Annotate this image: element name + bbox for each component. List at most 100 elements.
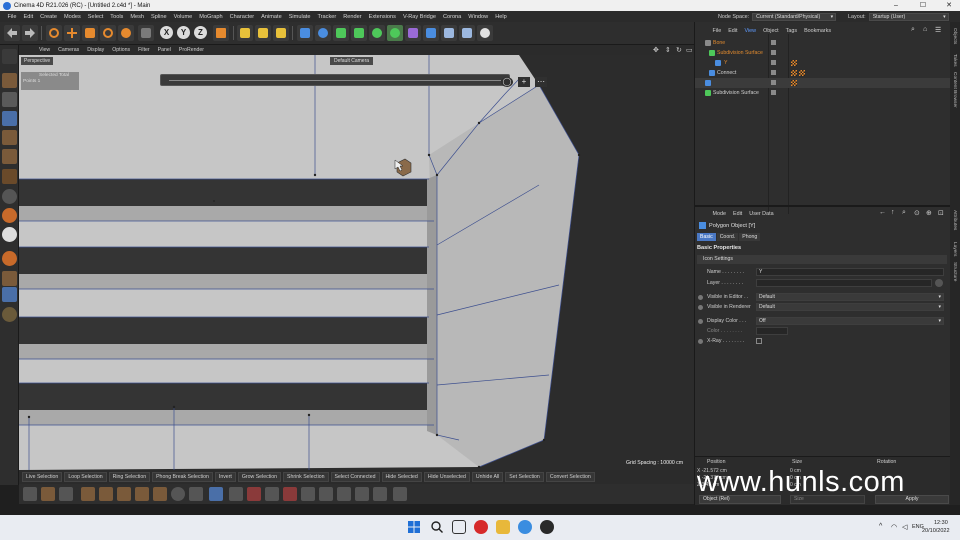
- polygon-pen-icon[interactable]: [59, 487, 73, 501]
- render-picture-viewer-icon[interactable]: [255, 25, 271, 41]
- am-settings-icon[interactable]: ⊡: [938, 209, 944, 217]
- render-settings-icon[interactable]: [273, 25, 289, 41]
- cube-icon[interactable]: [297, 25, 313, 41]
- polygons-mode-icon[interactable]: [2, 149, 17, 164]
- menu-corona[interactable]: Corona: [439, 14, 464, 20]
- cloner-icon[interactable]: [351, 25, 367, 41]
- set-selection-button[interactable]: Set Selection: [505, 472, 544, 482]
- file-explorer-icon[interactable]: [496, 520, 510, 534]
- material-tag-icon[interactable]: [791, 80, 797, 86]
- recent-tools-icon[interactable]: [118, 25, 134, 41]
- menu-help[interactable]: Help: [492, 14, 511, 20]
- phong-tag-icon[interactable]: [791, 70, 797, 76]
- om-menu-edit[interactable]: Edit: [725, 28, 741, 34]
- menu-tracker[interactable]: Tracker: [314, 14, 340, 20]
- menu-modes[interactable]: Modes: [60, 14, 84, 20]
- slide-icon[interactable]: [189, 487, 203, 501]
- display-color-select[interactable]: Off: [756, 317, 944, 325]
- clock-date[interactable]: 20/10/2022: [922, 528, 950, 534]
- texture-mode-icon[interactable]: [2, 92, 17, 107]
- om-visibility-dots[interactable]: [771, 90, 776, 95]
- am-search-icon[interactable]: ⌕: [902, 209, 906, 217]
- coordinate-system-icon[interactable]: [138, 25, 154, 41]
- om-object-row[interactable]: Bone: [695, 38, 951, 48]
- windows-start-icon[interactable]: [407, 520, 421, 534]
- om-visibility-dots[interactable]: [771, 80, 776, 85]
- om-filter-icon[interactable]: ☰: [935, 26, 941, 34]
- material-tag-icon[interactable]: [791, 60, 797, 66]
- menu-mograph[interactable]: MoGraph: [196, 14, 226, 20]
- phong-break-selection-button[interactable]: Phong Break Selection: [152, 472, 213, 482]
- layout-select[interactable]: Startup (User): [868, 12, 949, 21]
- viewport-toggle-icon[interactable]: ▭: [686, 46, 693, 54]
- quantize-icon[interactable]: [2, 307, 17, 322]
- hide-unselected-button[interactable]: Hide Unselected: [423, 472, 470, 482]
- node-space-select[interactable]: Current (Standard/Physical): [752, 12, 837, 21]
- environment-icon[interactable]: [459, 25, 475, 41]
- menu-vray-bridge[interactable]: V-Ray Bridge: [399, 14, 439, 20]
- am-up-arrow-icon[interactable]: ↑: [891, 209, 895, 216]
- am-menu-edit[interactable]: Edit: [730, 211, 746, 217]
- am-tab-coord[interactable]: Coord.: [716, 233, 739, 241]
- om-visibility-dots[interactable]: [771, 50, 776, 55]
- live-selection-icon[interactable]: [46, 25, 62, 41]
- viewport-menu-options[interactable]: Options: [108, 47, 134, 53]
- sculpt-icon[interactable]: [2, 251, 17, 266]
- viewport-menu-prorender[interactable]: ProRender: [175, 47, 208, 53]
- make-editable-icon[interactable]: [2, 49, 17, 64]
- brush-icon[interactable]: [23, 487, 37, 501]
- side-tab-takes[interactable]: Takes: [952, 54, 957, 67]
- menu-select[interactable]: Select: [84, 14, 107, 20]
- ring-selection-button[interactable]: Ring Selection: [108, 472, 151, 482]
- am-menu-user-data[interactable]: User Data: [746, 211, 777, 217]
- viewport-menu-view[interactable]: View: [35, 47, 54, 53]
- mirror-icon[interactable]: [229, 487, 243, 501]
- locked-workplane-icon[interactable]: [2, 227, 17, 242]
- menu-mesh[interactable]: Mesh: [127, 14, 148, 20]
- render-view-icon[interactable]: [237, 25, 253, 41]
- pen-spline-icon[interactable]: [315, 25, 331, 41]
- layer-picker-icon[interactable]: [935, 279, 943, 287]
- close-button[interactable]: ✕: [940, 0, 958, 11]
- animate-dot-icon[interactable]: [698, 305, 703, 310]
- model-mode-icon[interactable]: [2, 73, 17, 88]
- snap-settings-icon[interactable]: [2, 208, 17, 223]
- x-axis-toggle[interactable]: X: [160, 26, 173, 39]
- side-tab-layers[interactable]: Layers: [952, 242, 957, 256]
- world-coordinates-icon[interactable]: [213, 25, 229, 41]
- viewport-camera-label[interactable]: Default Camera: [330, 57, 374, 65]
- rotate-icon[interactable]: [100, 25, 116, 41]
- workplane-icon[interactable]: [2, 287, 17, 302]
- solo-mode-icon[interactable]: [2, 271, 17, 286]
- viewport-zoom-icon[interactable]: ⇕: [665, 46, 671, 54]
- melt-icon[interactable]: [265, 487, 279, 501]
- menu-file[interactable]: File: [4, 14, 20, 20]
- scale-icon[interactable]: [82, 25, 98, 41]
- om-object-row[interactable]: Connect: [695, 68, 951, 78]
- knife-icon[interactable]: [41, 487, 55, 501]
- enable-axis-icon[interactable]: [2, 169, 17, 184]
- tray-chevron-icon[interactable]: ^: [879, 523, 882, 530]
- clock-time[interactable]: 12:30: [934, 520, 948, 526]
- animate-dot-icon[interactable]: [698, 295, 703, 300]
- menu-animate[interactable]: Animate: [258, 14, 286, 20]
- menu-render[interactable]: Render: [340, 14, 365, 20]
- slider-reset-icon[interactable]: ◯: [501, 77, 513, 87]
- slider-options-icon[interactable]: ⋯: [535, 77, 547, 87]
- floor-grid-icon[interactable]: [441, 25, 457, 41]
- menu-tools[interactable]: Tools: [107, 14, 127, 20]
- viewport-menu-cameras[interactable]: Cameras: [54, 47, 83, 53]
- deformer-icon[interactable]: [369, 25, 385, 41]
- points-mode-icon[interactable]: [2, 111, 17, 126]
- bridge-icon[interactable]: [135, 487, 149, 501]
- y-axis-toggle[interactable]: Y: [177, 26, 190, 39]
- viewport-slider[interactable]: [160, 74, 510, 86]
- animate-dot-icon[interactable]: [698, 319, 703, 324]
- xray-checkbox[interactable]: [756, 338, 762, 344]
- align-normals-icon[interactable]: [337, 487, 351, 501]
- om-menu-object[interactable]: Object: [760, 28, 783, 34]
- opera-browser-icon[interactable]: [474, 520, 488, 534]
- side-tab-attributes[interactable]: Attributes: [952, 210, 957, 230]
- maximize-button[interactable]: ☐: [914, 0, 932, 11]
- am-tab-phong[interactable]: Phong: [739, 233, 761, 241]
